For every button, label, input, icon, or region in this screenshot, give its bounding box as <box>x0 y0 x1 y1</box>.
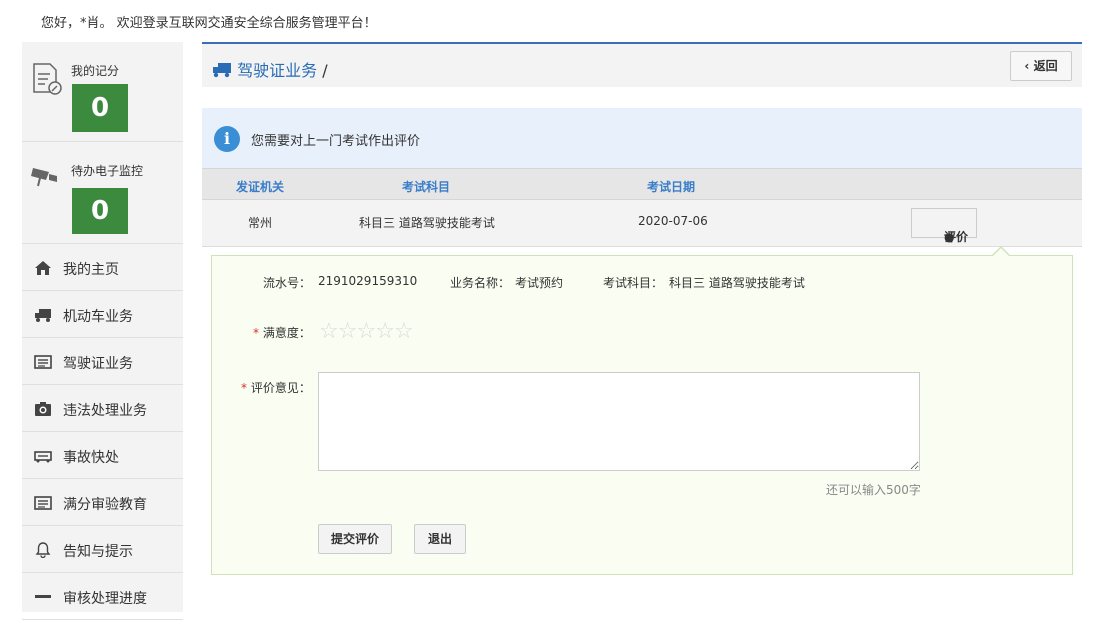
camera-icon <box>35 402 51 416</box>
sidebar-item-education[interactable]: 满分审验教育 <box>22 479 183 526</box>
sidebar-item-label: 告知与提示 <box>63 544 133 560</box>
home-icon <box>35 261 51 275</box>
subject-value: 科目三 道路驾驶技能考试 <box>669 276 805 290</box>
cell-date: 2020-07-06 <box>638 214 708 228</box>
chevron-left-icon: ‹ <box>1024 59 1030 73</box>
sidebar-item-home[interactable]: 我的主页 <box>22 244 183 291</box>
required-marker: * <box>253 326 263 340</box>
breadcrumb-separator: / <box>322 61 328 80</box>
char-counter: 还可以输入500字 <box>826 483 921 497</box>
back-label: 返回 <box>1033 59 1058 73</box>
column-header: 考试科目 <box>402 180 451 194</box>
monitor-value: 0 <box>72 188 128 234</box>
rate-label: 评价 <box>944 230 969 244</box>
main-content: 驾驶证业务 / ‹ 返回 i 您需要对上一门考试作出评价 发证机关 考试科目 考… <box>202 42 1082 612</box>
sidebar-item-label: 我的主页 <box>63 262 119 278</box>
serial-value: 2191029159310 <box>318 274 418 288</box>
opinion-label-text: 评价意见： <box>250 381 311 395</box>
star-icon[interactable]: ☆ <box>356 319 376 344</box>
surveillance-camera-icon <box>31 168 57 187</box>
star-rating[interactable]: ☆☆☆☆☆ <box>319 319 414 344</box>
column-header: 发证机关 <box>236 180 285 194</box>
breadcrumb-title: 驾驶证业务 <box>237 61 318 80</box>
score-label: 我的记分 <box>71 64 120 78</box>
sidebar-item-progress[interactable]: 审核处理进度 <box>22 573 183 620</box>
sidebar-item-vehicle[interactable]: 机动车业务 <box>22 291 183 338</box>
submit-button[interactable]: 提交评价 <box>318 524 392 554</box>
info-banner: i 您需要对上一门考试作出评价 <box>202 108 1082 168</box>
score-card[interactable]: 我的记分 0 <box>22 42 183 142</box>
cell-subject: 科目三 道路驾驶技能考试 <box>359 216 495 230</box>
sidebar: 我的记分 0 待办电子监控 0 我的主页 机动车业务 驾驶证业务 违法处理业务 … <box>22 42 183 620</box>
required-marker: * <box>241 381 251 395</box>
cell-authority: 常州 <box>248 216 273 230</box>
truck-icon <box>213 63 231 78</box>
list-icon <box>35 595 51 598</box>
info-icon: i <box>214 126 240 152</box>
star-icon[interactable]: ☆ <box>394 319 414 344</box>
rate-button[interactable]: ● 评价 <box>911 208 977 244</box>
info-text: 您需要对上一门考试作出评价 <box>251 134 421 149</box>
bell-icon <box>35 542 51 558</box>
sidebar-item-label: 审核处理进度 <box>63 591 147 607</box>
panel-pointer-fill <box>992 248 1010 257</box>
table-row: 常州 科目三 道路驾驶技能考试 2020-07-06 ● 评价 <box>202 200 1082 247</box>
sidebar-item-label: 满分审验教育 <box>63 497 147 513</box>
truck-icon <box>35 309 51 322</box>
sidebar-item-label: 机动车业务 <box>63 309 133 325</box>
card-icon <box>34 496 52 510</box>
star-icon[interactable]: ☆ <box>319 319 339 344</box>
breadcrumb: 驾驶证业务 / ‹ 返回 <box>202 42 1082 87</box>
column-header: 考试日期 <box>647 180 696 194</box>
business-value: 考试预约 <box>515 276 564 290</box>
serial-label: 流水号： <box>263 276 312 290</box>
score-value: 0 <box>72 84 128 132</box>
satisfaction-label: * 满意度： <box>253 324 311 341</box>
sidebar-item-violation[interactable]: 违法处理业务 <box>22 385 183 432</box>
opinion-textarea[interactable] <box>318 372 920 471</box>
business-label: 业务名称： <box>450 276 511 290</box>
rating-panel: 流水号： 2191029159310 业务名称： 考试预约 考试科目： 科目三 … <box>211 255 1073 575</box>
opinion-label: * 评价意见： <box>241 379 311 396</box>
monitor-label: 待办电子监控 <box>71 164 144 178</box>
score-doc-icon <box>33 63 62 95</box>
sidebar-item-accident[interactable]: 事故快处 <box>22 432 183 479</box>
breadcrumb-link[interactable]: 驾驶证业务 / <box>212 57 328 81</box>
subject-label: 考试科目： <box>603 276 664 290</box>
exit-button[interactable]: 退出 <box>414 524 466 554</box>
sidebar-item-label: 驾驶证业务 <box>63 356 133 372</box>
back-button[interactable]: ‹ 返回 <box>1010 51 1072 81</box>
table-header: 发证机关 考试科目 考试日期 <box>202 168 1082 200</box>
sidebar-item-label: 违法处理业务 <box>63 403 147 419</box>
sidebar-item-notice[interactable]: 告知与提示 <box>22 526 183 573</box>
card-icon <box>34 355 52 369</box>
car-icon <box>34 451 52 463</box>
sidebar-item-label: 事故快处 <box>63 450 119 466</box>
monitor-card[interactable]: 待办电子监控 0 <box>22 142 183 244</box>
star-icon[interactable]: ☆ <box>338 319 358 344</box>
welcome-text: 您好，*肖。 欢迎登录互联网交通安全综合服务管理平台！ <box>41 16 377 31</box>
star-icon[interactable]: ☆ <box>375 319 395 344</box>
sidebar-item-license[interactable]: 驾驶证业务 <box>22 338 183 385</box>
satisfaction-label-text: 满意度： <box>262 326 311 340</box>
